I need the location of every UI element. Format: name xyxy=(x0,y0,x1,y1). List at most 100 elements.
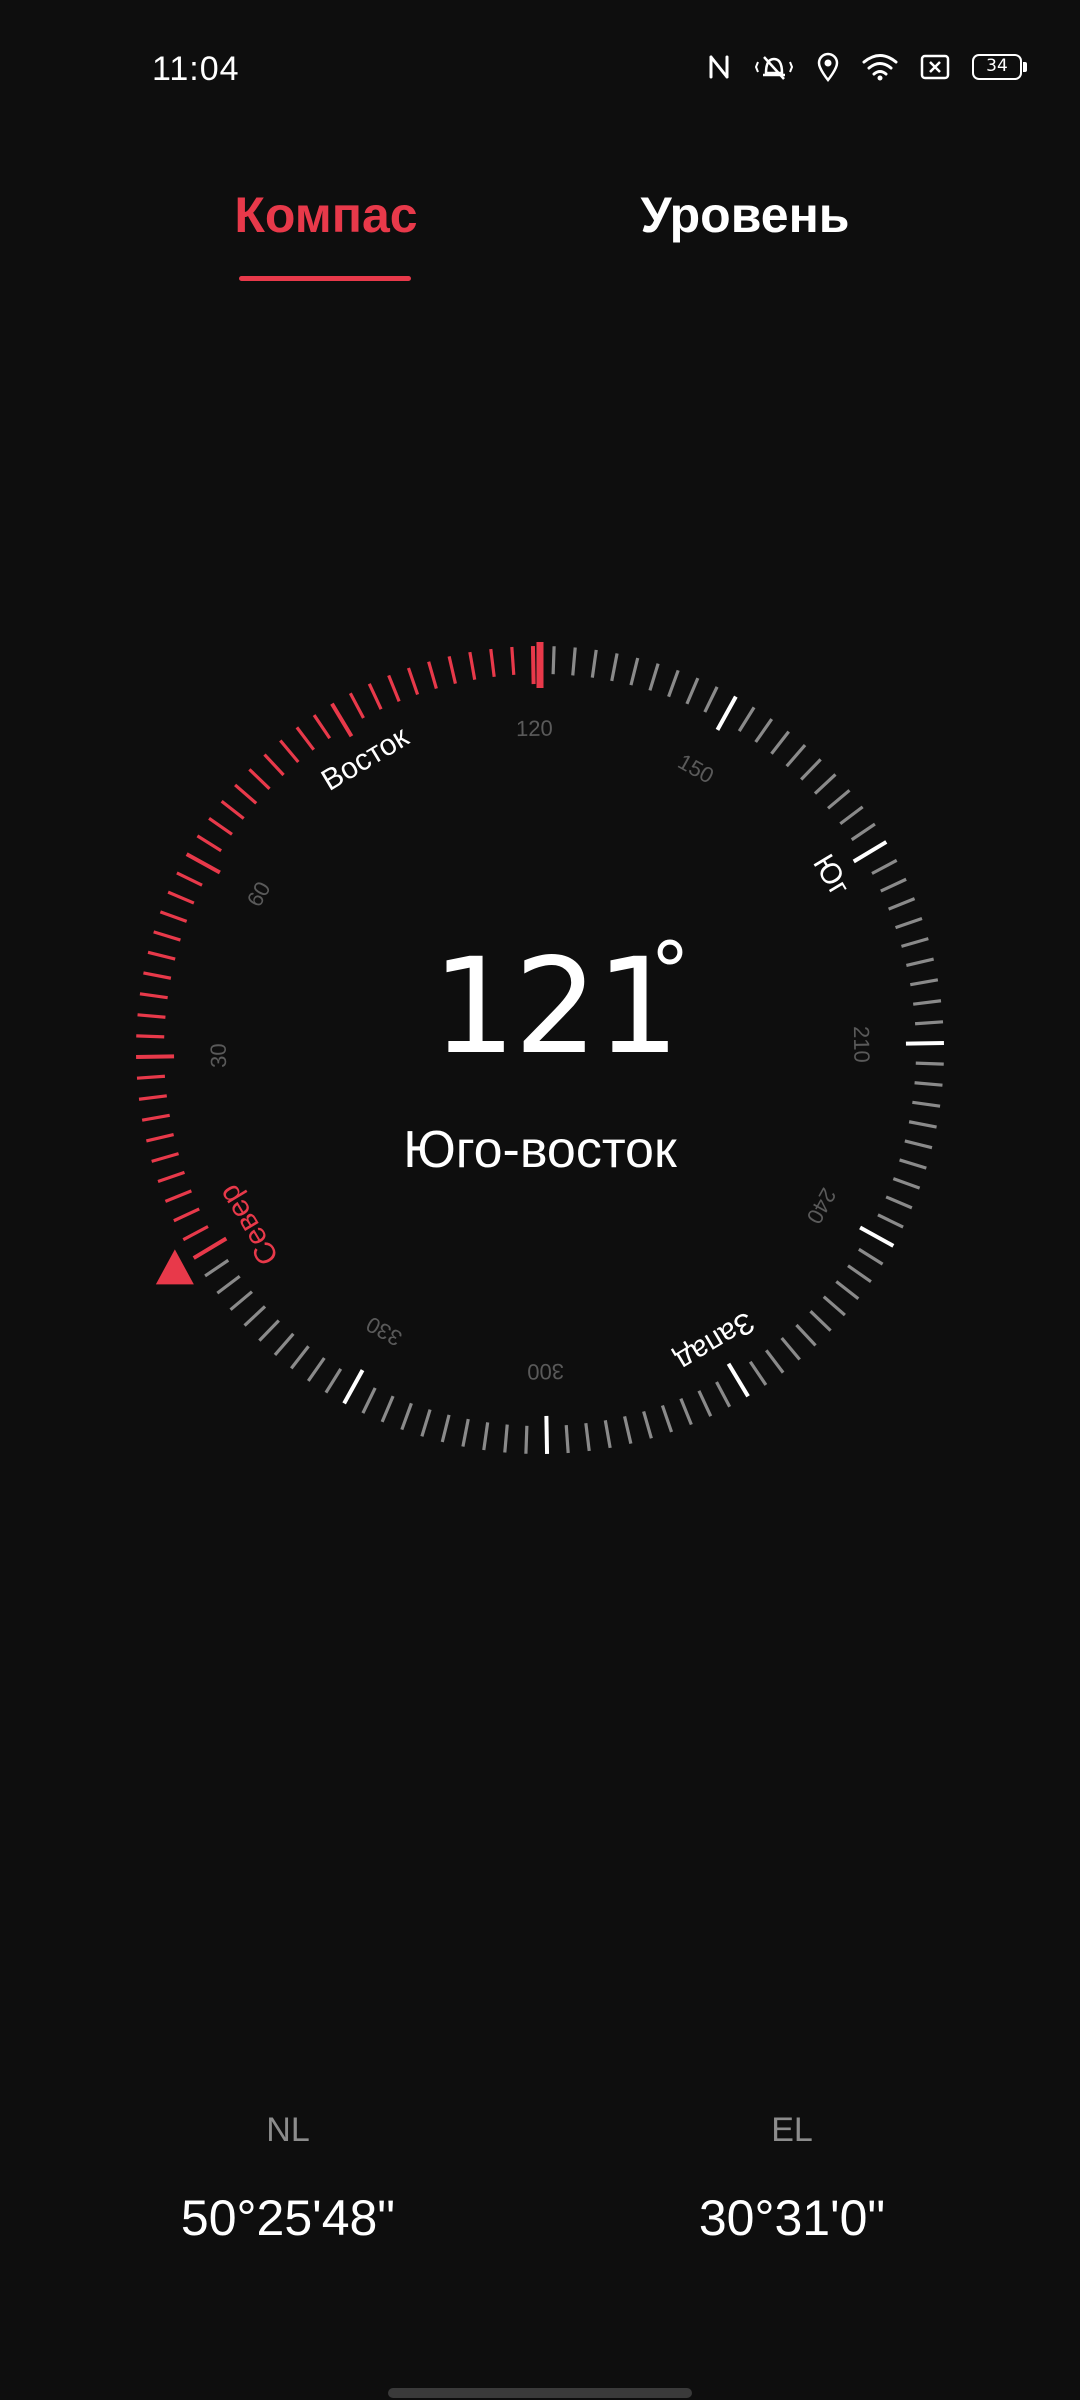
dial-tick xyxy=(800,758,822,781)
dial-tick xyxy=(182,1225,209,1242)
dial-tick xyxy=(173,1207,200,1223)
dial-tick xyxy=(342,1369,365,1405)
cardinal-label-north: Север xyxy=(212,1179,285,1271)
dial-tick xyxy=(159,910,188,923)
dial-tick xyxy=(530,646,536,685)
wifi-icon xyxy=(862,53,898,81)
battery-icon: 34 xyxy=(972,54,1027,80)
dial-tick xyxy=(138,1094,167,1101)
dial-tick xyxy=(685,677,700,705)
dial-tick xyxy=(243,1305,267,1327)
dial-tick xyxy=(153,930,181,942)
dial-tick xyxy=(748,1360,768,1386)
dial-tick xyxy=(610,653,619,682)
cardinal-label-south: Юг xyxy=(806,849,856,901)
dial-tick xyxy=(461,1418,470,1447)
dial-tick xyxy=(420,1409,432,1437)
dial-tick xyxy=(234,783,258,805)
compass-dial-svg: 30 60 120 150 210 240 300 330 Север Восток Юг Запад xyxy=(136,642,944,1454)
dial-tick xyxy=(915,1061,944,1066)
degree-label: 30 xyxy=(206,1043,231,1068)
dial-tick xyxy=(137,1013,166,1019)
dial-tick xyxy=(400,1402,413,1431)
home-indicator[interactable] xyxy=(388,2388,692,2398)
dial-tick xyxy=(892,1177,921,1190)
dial-tick xyxy=(524,1425,529,1454)
dial-tick xyxy=(590,649,598,678)
dial-tick xyxy=(880,877,907,893)
dial-tick xyxy=(877,1213,904,1229)
dial-tick xyxy=(185,852,221,875)
dial-tick xyxy=(813,773,837,795)
no-sim-icon xyxy=(920,53,950,81)
dial-tick xyxy=(667,669,680,698)
dial-tick xyxy=(660,1404,674,1433)
longitude-label: EL xyxy=(771,2111,813,2149)
dial-tick xyxy=(164,1189,192,1203)
dial-tick xyxy=(679,1398,693,1426)
degree-label: 60 xyxy=(242,877,276,911)
dial-tick xyxy=(642,1410,653,1439)
tab-level[interactable]: Уровень xyxy=(545,180,945,280)
dial-tick xyxy=(143,971,172,980)
dial-tick xyxy=(147,950,176,961)
dial-tick xyxy=(648,663,660,691)
dial-tick xyxy=(715,695,738,731)
dial-tick xyxy=(312,714,332,740)
status-bar: 11:04 34 xyxy=(0,0,1080,140)
dial-tick xyxy=(795,1323,817,1347)
dial-tick xyxy=(229,1290,253,1311)
dial-tick xyxy=(770,730,790,755)
dial-tick xyxy=(176,871,203,887)
dial-tick xyxy=(440,1414,451,1443)
dial-tick xyxy=(248,768,271,790)
dial-tick xyxy=(715,1381,732,1408)
dial-tick xyxy=(737,706,756,732)
dial-tick xyxy=(809,1310,832,1332)
location-icon xyxy=(816,52,840,82)
dial-tick xyxy=(827,789,851,810)
dial-tick xyxy=(835,1280,860,1300)
degree-label: 210 xyxy=(849,1026,875,1063)
dial-tick xyxy=(913,999,942,1006)
active-tab-indicator xyxy=(239,276,411,281)
dial-tick xyxy=(603,1420,612,1449)
degree-label: 330 xyxy=(362,1312,406,1352)
cardinal-label-east: Восток xyxy=(316,720,415,798)
dial-tick xyxy=(905,1040,944,1046)
dial-tick xyxy=(306,1357,326,1382)
dial-tick xyxy=(859,1225,895,1248)
dial-tick xyxy=(910,978,939,987)
dial-tick xyxy=(145,1133,174,1143)
vibrate-icon xyxy=(754,53,794,81)
longitude: EL 30°31'0" xyxy=(612,2110,972,2248)
dial-tick xyxy=(290,1345,310,1370)
dial-tick xyxy=(204,1258,230,1278)
degree-label: 120 xyxy=(516,716,553,742)
dial-tick xyxy=(406,667,420,696)
dial-tick xyxy=(151,1152,180,1163)
dial-tick xyxy=(629,657,640,686)
dial-tick xyxy=(564,1424,570,1454)
dial-tick xyxy=(136,1074,166,1080)
coordinates: NL 50°25'48" EL 30°31'0" xyxy=(0,2110,1080,2260)
dial-tick xyxy=(367,683,383,710)
dial-tick xyxy=(894,916,923,930)
dial-tick xyxy=(141,1113,170,1122)
tab-compass[interactable]: Компас xyxy=(126,180,526,280)
dial-tick xyxy=(703,686,719,713)
dial-tick xyxy=(192,1236,228,1260)
dial-tick xyxy=(427,661,438,690)
nfc-icon xyxy=(706,53,732,81)
dial-tick xyxy=(900,937,929,948)
dial-tick xyxy=(914,1020,944,1026)
dial-tick xyxy=(904,1139,933,1150)
dial-tick xyxy=(220,800,245,820)
mode-tabs: Компас Уровень xyxy=(0,180,1080,290)
dial-tick xyxy=(139,992,168,1000)
dial-tick xyxy=(888,897,916,911)
dial-tick xyxy=(196,834,222,853)
dial-tick xyxy=(906,957,935,967)
dial-tick xyxy=(503,1424,509,1453)
status-icons: 34 xyxy=(706,52,1027,82)
